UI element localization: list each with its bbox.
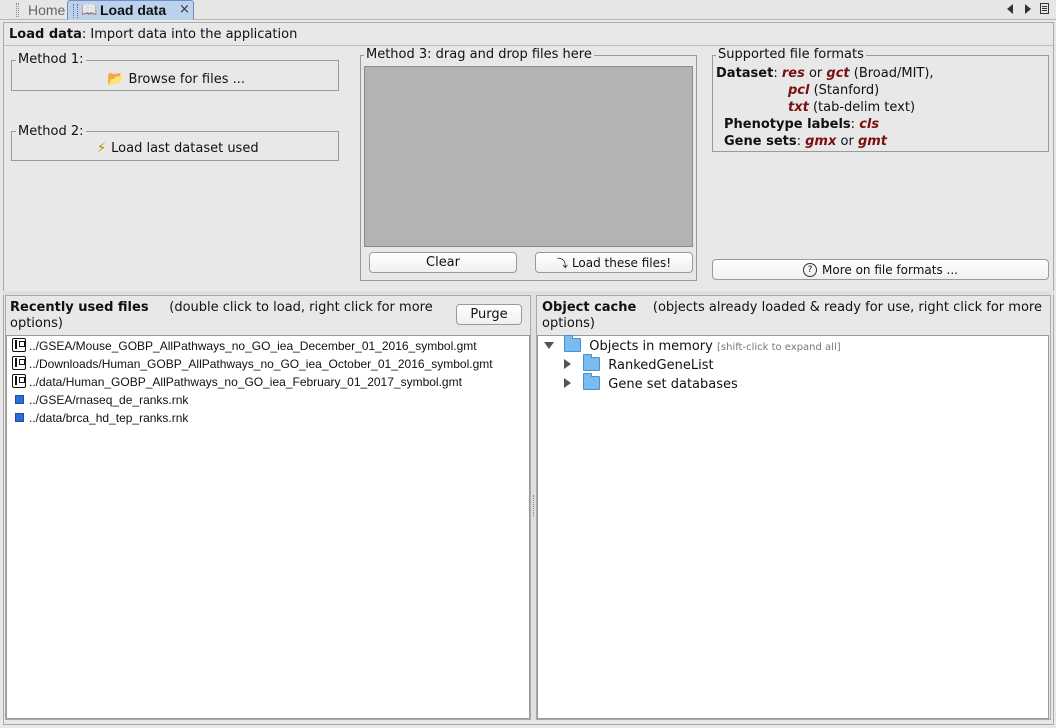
or-text-2: or <box>836 134 858 149</box>
formats-phenotype-line: Phenotype labels: cls <box>724 117 880 132</box>
browse-files-label: Browse for files ... <box>128 71 246 87</box>
gmt-file-icon <box>12 338 26 352</box>
ext-gmt: gmt <box>857 134 888 149</box>
object-cache-tree[interactable]: Objects in memory [shift-click to expand… <box>537 335 1049 719</box>
ext-pcl: pcl <box>788 83 810 98</box>
ext-cls: cls <box>859 117 880 132</box>
file-name: ../Downloads/Human_GOBP_AllPathways_no_G… <box>29 357 493 371</box>
gct-desc: (Broad/MIT), <box>849 66 934 81</box>
ext-gct: gct <box>826 66 850 81</box>
tab-home[interactable]: Home <box>14 0 71 20</box>
page-title-bold: Load data <box>9 27 82 42</box>
list-item[interactable]: ../GSEA/rnaseq_de_ranks.rnk <box>11 391 188 409</box>
lightning-icon: ⚡ <box>97 141 107 156</box>
recent-files-title: Recently used files <box>10 300 149 315</box>
genesets-label: Gene sets <box>724 134 797 149</box>
tree-node-label: Gene set databases <box>608 377 738 392</box>
object-cache-title: Object cache <box>542 300 637 315</box>
tree-root-label: Objects in memory <box>589 339 713 354</box>
purge-button-label: Purge <box>470 307 508 322</box>
folder-icon <box>583 373 601 390</box>
formats-pcl-line: pcl (Stanford) <box>788 83 879 98</box>
rnk-file-icon <box>14 413 24 422</box>
tab-home-label: Home <box>28 2 66 18</box>
formats-dataset-line: Dataset: res or gct (Broad/MIT), <box>716 66 934 81</box>
recent-files-list[interactable]: ../GSEA/Mouse_GOBP_AllPathways_no_GO_iea… <box>6 335 530 719</box>
tree-node-gene-set-databases[interactable]: Gene set databases <box>564 373 738 394</box>
scroll-left-icon[interactable] <box>1007 4 1013 14</box>
browse-files-button[interactable]: 📂 Browse for files ... <box>107 71 245 87</box>
formats-genesets-line: Gene sets: gmx or gmt <box>724 134 888 149</box>
expand-icon[interactable] <box>564 378 571 388</box>
list-item[interactable]: ../GSEA/Mouse_GOBP_AllPathways_no_GO_iea… <box>11 337 477 355</box>
ext-res: res <box>781 66 805 81</box>
clear-button[interactable]: Clear <box>369 252 517 273</box>
page-title-rest: : Import data into the application <box>81 27 298 42</box>
tree-root-hint: [shift-click to expand all] <box>716 342 841 353</box>
pcl-desc: (Stanford) <box>809 83 880 98</box>
file-name: ../data/Human_GOBP_AllPathways_no_GO_iea… <box>29 375 462 389</box>
book-icon: 📖 <box>81 3 98 18</box>
load-arrow-icon: ⤵ <box>556 256 568 270</box>
header-divider <box>3 45 1053 46</box>
or-text: or <box>804 66 827 81</box>
scroll-right-icon[interactable] <box>1025 4 1031 14</box>
tab-load-data-label: Load data <box>100 2 167 18</box>
phenotype-label: Phenotype labels <box>724 117 851 132</box>
method3-title: Method 3: drag and drop files here <box>364 47 594 62</box>
purge-button[interactable]: Purge <box>456 304 522 325</box>
formats-txt-line: txt (tab-delim text) <box>788 100 915 115</box>
more-file-formats-button[interactable]: ? More on file formats ... <box>712 259 1049 280</box>
load-files-label: Load these files! <box>571 255 672 270</box>
ext-gmx: gmx <box>805 134 837 149</box>
load-files-button[interactable]: ⤵ Load these files! <box>535 252 693 273</box>
formats-title: Supported file formats <box>716 47 866 62</box>
drop-zone[interactable] <box>364 66 693 247</box>
load-last-dataset-label: Load last dataset used <box>111 141 259 156</box>
file-name: ../data/brca_hd_tep_ranks.rnk <box>29 411 189 425</box>
method1-title: Method 1: <box>16 52 86 67</box>
ext-txt: txt <box>788 100 809 115</box>
page-title: Load data: Import data into the applicat… <box>9 27 297 42</box>
load-last-dataset-button[interactable]: ⚡ Load last dataset used <box>97 141 259 156</box>
list-item[interactable]: ../data/brca_hd_tep_ranks.rnk <box>11 409 188 427</box>
method2-title: Method 2: <box>16 124 86 139</box>
collapse-icon[interactable] <box>544 342 554 349</box>
recent-files-heading: Recently used files (double click to loa… <box>10 300 450 332</box>
list-item[interactable]: ../data/Human_GOBP_AllPathways_no_GO_iea… <box>11 373 462 391</box>
file-name: ../GSEA/Mouse_GOBP_AllPathways_no_GO_iea… <box>29 339 477 353</box>
split-grip-icon <box>533 495 534 517</box>
file-name: ../GSEA/rnaseq_de_ranks.rnk <box>29 393 189 407</box>
txt-desc: (tab-delim text) <box>808 100 916 115</box>
gmt-file-icon <box>12 356 26 370</box>
object-cache-heading: Object cache (objects already loaded & r… <box>542 300 1047 332</box>
list-item[interactable]: ../Downloads/Human_GOBP_AllPathways_no_G… <box>11 355 493 373</box>
tab-list-icon[interactable] <box>1040 3 1049 14</box>
close-icon[interactable]: × <box>179 2 190 17</box>
folder-open-icon: 📂 <box>107 71 125 87</box>
clear-button-label: Clear <box>426 255 460 270</box>
gmt-file-icon <box>12 374 26 388</box>
rnk-file-icon <box>14 395 24 404</box>
tree-node-label: RankedGeneList <box>608 358 714 373</box>
help-icon: ? <box>803 262 818 277</box>
tab-load-data[interactable]: 📖 Load data × <box>67 0 194 20</box>
tab-grip-icon <box>73 4 78 18</box>
more-file-formats-label: More on file formats ... <box>822 262 958 277</box>
folder-icon <box>583 354 601 371</box>
expand-icon[interactable] <box>564 359 571 369</box>
folder-open-icon <box>564 335 582 352</box>
dataset-label: Dataset <box>716 66 774 81</box>
